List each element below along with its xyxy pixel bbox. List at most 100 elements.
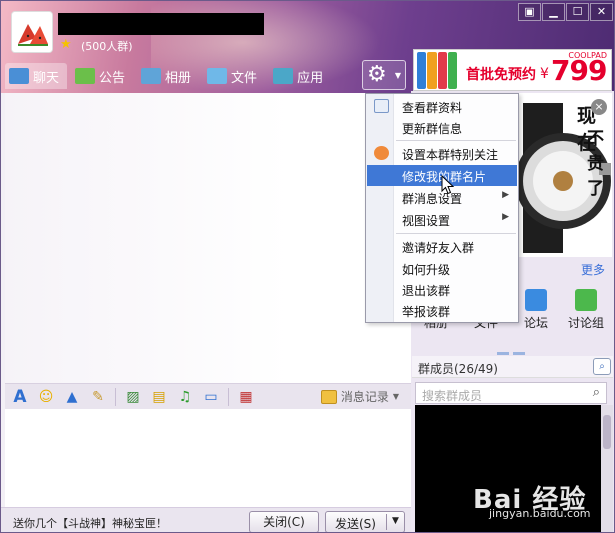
members-search-button[interactable]: ⌕ xyxy=(593,358,611,375)
settings-context-menu: 查看群资料 更新群信息 设置本群特别关注 修改我的群名片 群消息设置 ▶ 视图设… xyxy=(365,93,519,323)
send-label: 发送(S) xyxy=(335,517,376,531)
menu-item-label: 举报该群 xyxy=(402,305,451,319)
app-discussion-label: 讨论组 xyxy=(567,316,604,330)
tab-apps[interactable]: 应用 xyxy=(269,63,331,89)
music-icon[interactable]: ♫ xyxy=(176,388,194,406)
font-icon[interactable]: A xyxy=(11,387,29,407)
tab-files[interactable]: 文件 xyxy=(203,63,265,89)
menu-separator xyxy=(396,140,516,141)
menu-item-how-to-upgrade[interactable]: 如何升级 xyxy=(367,258,517,279)
mouse-cursor-icon xyxy=(441,175,455,195)
send-options-icon[interactable]: ▼ xyxy=(392,516,399,526)
maximize-button[interactable]: ☐ xyxy=(566,3,589,21)
ad-close-icon[interactable]: × xyxy=(591,99,607,115)
members-search-placeholder: 搜索群成员 xyxy=(422,389,483,403)
phone-image xyxy=(417,52,457,89)
scroll-thumb[interactable] xyxy=(603,415,611,449)
chevron-right-icon: ▶ xyxy=(502,190,509,200)
footer-bar: 送你几个【斗战神】神秘宝匣！ 关闭(C) 发送(S) ▼ xyxy=(1,507,412,532)
doc-icon[interactable]: ▤ xyxy=(150,388,168,406)
menu-separator xyxy=(396,233,516,234)
tab-files-label: 文件 xyxy=(231,70,258,86)
app-forum-label: 论坛 xyxy=(523,316,548,330)
menu-item-special-follow[interactable]: 设置本群特别关注 xyxy=(367,143,517,164)
menu-item-view-settings[interactable]: 视图设置 ▶ xyxy=(367,209,517,230)
screenshot-icon[interactable]: ▭ xyxy=(202,388,220,406)
menu-item-label: 退出该群 xyxy=(402,284,451,298)
ad-headline: 首批免预约 xyxy=(466,67,536,83)
folder-icon xyxy=(207,68,228,84)
menu-item-invite-friends[interactable]: 邀请好友入群 xyxy=(367,236,517,257)
member-limit: (500人群) xyxy=(81,40,133,53)
carousel-dots xyxy=(497,344,529,355)
settings-menu-button[interactable]: ⚙ ▼ xyxy=(362,60,406,90)
ad-currency: ¥ xyxy=(540,66,549,82)
chevron-down-icon: ▼ xyxy=(394,71,401,80)
discussion-app-icon xyxy=(575,289,597,311)
special-follow-icon xyxy=(374,146,389,160)
menu-item-label: 视图设置 xyxy=(402,214,451,228)
menu-item-label: 更新群信息 xyxy=(402,122,463,136)
members-scrollbar[interactable] xyxy=(601,405,613,532)
emoji-icon[interactable]: ☺ xyxy=(37,388,55,406)
image-icon[interactable]: ▨ xyxy=(124,388,142,406)
members-header: 群成员(26/49) ⌕ xyxy=(412,356,613,378)
group-avatar[interactable] xyxy=(11,11,53,53)
info-card-icon xyxy=(374,99,389,113)
chevron-down-icon: ▼ xyxy=(392,392,399,401)
chat-icon xyxy=(9,68,29,84)
tab-album-label: 相册 xyxy=(165,70,192,86)
menu-item-label: 邀请好友入群 xyxy=(402,241,475,255)
star-icon: ★ xyxy=(60,37,72,52)
baidu-watermark-url: jingyan.baidu.com xyxy=(489,507,591,520)
watermelon-icon xyxy=(12,12,52,52)
tab-announcement-label: 公告 xyxy=(99,70,126,86)
send-button[interactable]: 发送(S) ▼ xyxy=(325,511,405,532)
group-name-redacted xyxy=(58,13,264,35)
note-icon[interactable]: ✎ xyxy=(89,388,107,406)
send-divider xyxy=(386,514,387,530)
shake-icon[interactable]: ▲ xyxy=(63,388,81,406)
promo-link[interactable]: 送你几个【斗战神】神秘宝匣！ xyxy=(13,515,167,531)
watch-ad-line2: 不贵了 xyxy=(587,129,604,199)
tab-apps-label: 应用 xyxy=(297,70,324,86)
message-history-label: 消息记录 xyxy=(340,390,389,404)
menu-item-view-group-info[interactable]: 查看群资料 xyxy=(367,96,517,117)
app-forum[interactable]: 论坛 xyxy=(513,289,559,331)
app-discussion[interactable]: 讨论组 xyxy=(563,289,609,331)
announcement-icon xyxy=(75,68,96,84)
toolbar-divider xyxy=(115,387,116,406)
menu-item-label: 查看群资料 xyxy=(402,101,463,115)
forum-app-icon xyxy=(525,289,547,311)
more-apps-link[interactable]: 更多 xyxy=(581,261,605,278)
apps-icon xyxy=(273,68,294,84)
window-controls: ▣ ▁ ☐ ✕ xyxy=(517,3,613,21)
tab-chat[interactable]: 聊天 xyxy=(5,63,68,89)
album-icon xyxy=(141,68,162,84)
chevron-right-icon: ▶ xyxy=(502,212,509,222)
tab-chat-label: 聊天 xyxy=(33,70,60,86)
history-icon xyxy=(320,389,337,404)
skin-button[interactable]: ▣ xyxy=(518,3,541,21)
coolpad-logo: COOLPAD xyxy=(568,51,607,60)
close-window-button[interactable]: ✕ xyxy=(590,3,613,21)
gift-icon[interactable]: ▦ xyxy=(237,388,255,406)
menu-item-report-group[interactable]: 举报该群 xyxy=(367,300,517,321)
members-search-input[interactable]: 搜索群成员 ⌕ xyxy=(415,382,607,404)
qq-group-chat-window: ★ (500人群) ▣ ▁ ☐ ✕ 聊天 公告 相册 文件 应用 ⚙ ▼ 首批免… xyxy=(0,0,615,533)
menu-item-update-group-info[interactable]: 更新群信息 xyxy=(367,117,517,138)
input-toolbar: A ☺ ▲ ✎ ▨ ▤ ♫ ▭ ▦ 消息记录 ▼ xyxy=(5,383,411,409)
phone-ad-banner[interactable]: 首批免预约 ¥ 799 COOLPAD xyxy=(413,49,612,91)
tab-announcement[interactable]: 公告 xyxy=(71,63,133,89)
menu-item-label: 设置本群特别关注 xyxy=(402,148,499,162)
toolbar-divider xyxy=(228,387,229,406)
search-icon: ⌕ xyxy=(592,385,600,400)
close-button[interactable]: 关闭(C) xyxy=(249,511,319,532)
tab-album[interactable]: 相册 xyxy=(137,63,199,89)
menu-item-leave-group[interactable]: 退出该群 xyxy=(367,279,517,300)
tab-bar: 聊天 公告 相册 文件 应用 xyxy=(5,63,335,89)
chat-message-area[interactable] xyxy=(5,93,411,383)
minimize-button[interactable]: ▁ xyxy=(542,3,565,21)
message-input[interactable] xyxy=(5,409,411,507)
message-history-button[interactable]: 消息记录 ▼ xyxy=(320,388,399,405)
